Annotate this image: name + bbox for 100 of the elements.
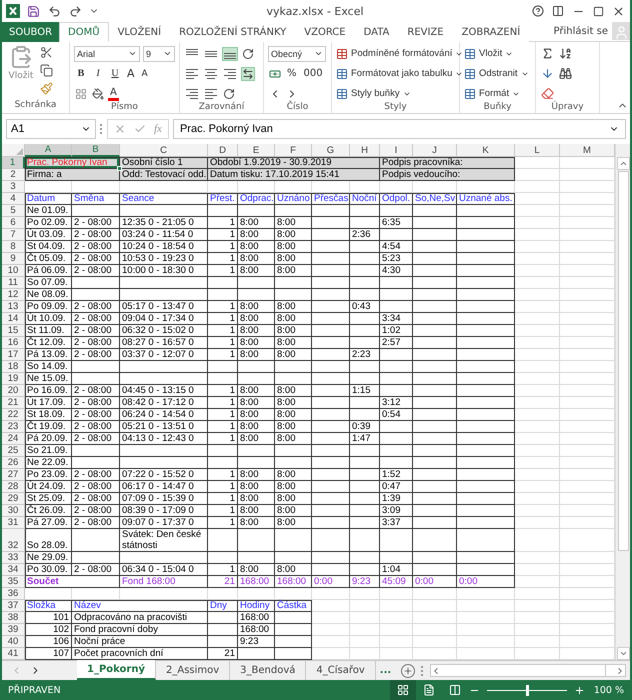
normal-view-icon[interactable] [390,680,416,700]
row-header[interactable]: 9 [2,253,25,265]
bold-button[interactable]: B [74,68,88,79]
column-header[interactable]: K [457,144,515,157]
scroll-thumb[interactable] [618,171,628,551]
font-select[interactable]: Arial [74,46,140,62]
file-tab[interactable]: SOUBOR [2,22,60,42]
row-header[interactable]: 36 [2,588,25,600]
row-header[interactable]: 23 [2,421,25,433]
formula-input[interactable]: Prac. Pokorný Ivan [172,119,626,139]
column-header[interactable]: L [515,144,560,157]
row-header[interactable]: 6 [2,217,25,229]
fill-color-icon[interactable] [91,86,105,100]
copy-icon[interactable] [39,63,54,78]
cells-menu-button[interactable]: Formát [464,85,531,102]
row-header[interactable]: 40 [2,636,25,648]
ribbon-display-icon[interactable] [551,4,565,18]
column-header[interactable]: M [560,144,615,157]
number-format-select[interactable]: Obecný [268,46,326,62]
row-header[interactable]: 33 [2,552,25,564]
sort-icon[interactable] [558,46,573,61]
row-header[interactable]: 1 [2,157,25,169]
styles-menu-button[interactable]: Styly buňky [336,85,455,102]
styles-menu-button[interactable]: Formátovat jako tabulku [336,65,455,82]
indent-icon[interactable] [184,86,200,100]
more-sheets-button[interactable]: ... [376,661,396,680]
row-header[interactable]: 29 [2,493,25,505]
table-cell[interactable]: Firma: a [25,169,120,181]
row-header[interactable]: 38 [2,612,25,624]
sign-in-link[interactable]: Přihlásit se [550,22,612,41]
row-header[interactable]: 3 [2,181,25,193]
underline-button[interactable]: U [108,68,122,79]
row-header[interactable]: 21 [2,397,25,409]
row-header[interactable]: 5 [2,205,25,217]
redo-icon[interactable] [68,4,83,18]
sheet-tab[interactable]: 1_Pokorný [77,660,156,680]
row-header[interactable]: 15 [2,325,25,337]
row-header[interactable]: 10 [2,265,25,277]
row-header[interactable]: 27 [2,469,25,481]
ribbon-tab[interactable]: DOMŮ [59,22,109,42]
slider-thumb[interactable] [526,684,529,696]
horizontal-align-icon[interactable] [184,66,200,80]
maximize-icon[interactable] [592,4,605,18]
column-header[interactable]: D [208,144,238,157]
fill-handle[interactable] [117,166,122,171]
row-header[interactable]: 37 [2,600,25,612]
scroll-down-button[interactable] [616,647,630,660]
row-header[interactable]: 28 [2,481,25,493]
vertical-scrollbar[interactable] [615,144,630,660]
row-header[interactable]: 14 [2,313,25,325]
grow-font-button[interactable]: A [125,67,137,80]
row-header[interactable]: 24 [2,433,25,445]
row-header[interactable]: 19 [2,373,25,385]
font-color-button[interactable]: A [108,86,119,100]
italic-button[interactable]: I [91,68,105,79]
row-header[interactable]: 20 [2,385,25,397]
eraser-icon[interactable] [540,86,555,101]
paste-button[interactable]: Vložit [6,45,36,100]
row-header[interactable]: 13 [2,301,25,313]
find-icon[interactable] [558,66,573,81]
row-header[interactable]: 18 [2,361,25,373]
column-header[interactable]: H [350,144,380,157]
row-header[interactable]: 22 [2,409,25,421]
undo-icon[interactable] [47,4,62,18]
column-header[interactable]: I [380,144,413,157]
column-header[interactable]: E [238,144,275,157]
thousands-button[interactable]: 000 [302,68,325,79]
shrink-font-button[interactable]: A [140,68,150,78]
styles-menu-button[interactable]: Podmíněné formátování [336,45,455,62]
column-header[interactable]: B [72,144,120,157]
orientation-icon[interactable] [222,86,236,100]
merge-icon[interactable] [241,66,255,80]
row-header[interactable]: 12 [2,289,25,301]
row-header[interactable]: 34 [2,564,25,576]
horizontal-align-icon[interactable] [203,66,219,80]
row-header[interactable]: 2 [2,169,25,181]
row-header[interactable]: 4 [2,193,25,205]
column-header[interactable]: C [120,144,208,157]
row-header[interactable]: 39 [2,624,25,636]
name-box[interactable]: A1 [6,119,96,139]
row-header[interactable]: 17 [2,349,25,361]
row-header[interactable]: 16 [2,337,25,349]
scroll-up-button[interactable] [616,157,630,170]
save-icon[interactable] [26,4,41,18]
column-header[interactable]: A [25,144,72,157]
font-size-select[interactable]: 9 [143,46,175,62]
column-header[interactable]: J [413,144,457,157]
row-header[interactable]: 32 [2,529,25,552]
help-icon[interactable] [531,4,545,18]
row-header[interactable]: 30 [2,505,25,517]
row-header[interactable]: 35 [2,576,25,588]
vertical-align-icon[interactable] [222,46,238,60]
column-header[interactable]: G [312,144,350,157]
add-sheet-icon[interactable] [401,664,416,678]
horizontal-align-icon[interactable] [222,66,238,80]
ribbon-tab[interactable]: VLOŽENÍ [108,22,170,42]
row-header[interactable]: 41 [2,648,25,660]
cut-icon[interactable] [39,45,54,60]
row-header[interactable]: 8 [2,241,25,253]
cells-menu-button[interactable]: Odstranit [464,65,531,82]
